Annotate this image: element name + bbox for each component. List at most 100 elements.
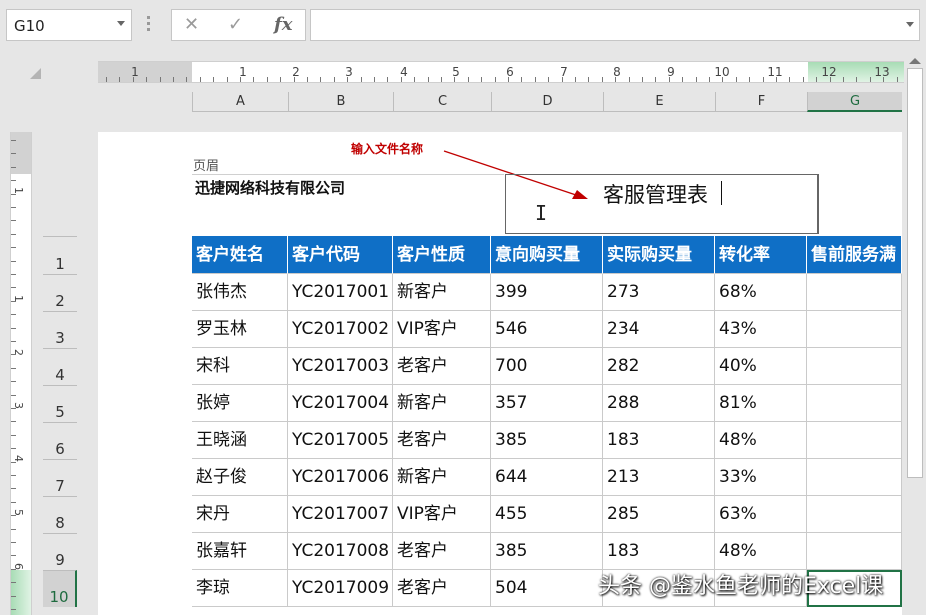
column-heading[interactable]: 客户性质 (393, 236, 491, 274)
table-cell[interactable]: 357 (491, 385, 603, 422)
table-cell[interactable]: 李琼 (192, 570, 288, 607)
scroll-thumb[interactable] (907, 68, 923, 478)
table-cell[interactable]: 63% (715, 496, 807, 533)
table-cell[interactable]: 285 (603, 496, 715, 533)
table-cell[interactable]: YC2017002 (288, 311, 393, 348)
row-header-9[interactable]: 9 (43, 533, 77, 570)
table-cell[interactable]: 老客户 (393, 422, 491, 459)
company-name[interactable]: 迅捷网络科技有限公司 (195, 177, 345, 198)
table-cell[interactable]: YC2017001 (288, 274, 393, 311)
column-header-b[interactable]: B (288, 92, 393, 112)
insert-function-icon[interactable]: fx (274, 14, 292, 35)
column-header-g[interactable]: G (807, 92, 902, 112)
table-cell[interactable]: 新客户 (393, 385, 491, 422)
table-cell[interactable] (807, 496, 902, 533)
column-header-d[interactable]: D (491, 92, 603, 112)
table-cell[interactable]: 宋科 (192, 348, 288, 385)
table-cell[interactable]: 282 (603, 348, 715, 385)
table-cell[interactable]: 张婷 (192, 385, 288, 422)
table-cell[interactable]: 48% (715, 422, 807, 459)
table-cell[interactable]: 183 (603, 533, 715, 570)
cancel-icon[interactable]: ✕ (184, 14, 199, 35)
row-header-3[interactable]: 3 (43, 311, 77, 348)
row-header-10[interactable]: 10 (43, 570, 77, 607)
name-box[interactable]: G10 (6, 9, 132, 41)
column-header-c[interactable]: C (393, 92, 491, 112)
row-header-2[interactable]: 2 (43, 274, 77, 311)
table-cell[interactable]: YC2017007 (288, 496, 393, 533)
table-cell[interactable]: 老客户 (393, 348, 491, 385)
chevron-down-icon[interactable] (117, 21, 125, 26)
row-header-5[interactable]: 5 (43, 385, 77, 422)
column-heading[interactable]: 实际购买量 (603, 236, 715, 274)
table-cell[interactable]: 43% (715, 311, 807, 348)
table-cell[interactable]: 455 (491, 496, 603, 533)
row-header-7[interactable]: 7 (43, 459, 77, 496)
table-cell[interactable]: 老客户 (393, 533, 491, 570)
table-cell[interactable] (807, 385, 902, 422)
table-cell[interactable]: 新客户 (393, 459, 491, 496)
select-all-corner[interactable] (30, 68, 41, 79)
table-cell[interactable]: 张嘉轩 (192, 533, 288, 570)
column-heading[interactable]: 客户代码 (288, 236, 393, 274)
table-cell[interactable]: 399 (491, 274, 603, 311)
column-header-f[interactable]: F (715, 92, 807, 112)
table-cell[interactable] (807, 533, 902, 570)
table-cell[interactable]: 新客户 (393, 274, 491, 311)
expand-formula-icon[interactable] (906, 22, 914, 27)
table-cell[interactable]: 68% (715, 274, 807, 311)
table-cell[interactable]: 183 (603, 422, 715, 459)
table-cell[interactable]: 644 (491, 459, 603, 496)
table-cell[interactable]: 老客户 (393, 570, 491, 607)
table-cell[interactable]: YC2017008 (288, 533, 393, 570)
table-cell[interactable]: 288 (603, 385, 715, 422)
table-cell[interactable] (807, 311, 902, 348)
table-cell[interactable]: 罗玉林 (192, 311, 288, 348)
table-cell[interactable]: YC2017003 (288, 348, 393, 385)
table-cell[interactable]: YC2017009 (288, 570, 393, 607)
table-cell[interactable] (807, 459, 902, 496)
table-cell[interactable] (807, 422, 902, 459)
table-cell[interactable]: 王晓涵 (192, 422, 288, 459)
enter-icon[interactable]: ✓ (228, 14, 243, 35)
column-heading[interactable]: 转化率 (715, 236, 807, 274)
row-header-1[interactable]: 1 (43, 236, 77, 274)
table-cell[interactable]: 48% (715, 533, 807, 570)
column-header-e[interactable]: E (603, 92, 715, 112)
table-cell[interactable]: 33% (715, 459, 807, 496)
document-title[interactable]: 客服管理表 (603, 179, 708, 209)
row-header-4[interactable]: 4 (43, 348, 77, 385)
ruler-tick (575, 77, 576, 82)
column-heading[interactable]: 客户姓名 (192, 236, 288, 274)
table-cell[interactable]: 81% (715, 385, 807, 422)
row-header-8[interactable]: 8 (43, 496, 77, 533)
column-header-a[interactable]: A (192, 92, 288, 112)
table-cell[interactable]: 赵子俊 (192, 459, 288, 496)
table-cell[interactable]: 273 (603, 274, 715, 311)
table-cell[interactable] (807, 348, 902, 385)
column-heading[interactable]: 售前服务满 (807, 236, 902, 274)
table-cell[interactable]: 张伟杰 (192, 274, 288, 311)
table-cell[interactable]: 546 (491, 311, 603, 348)
vertical-scrollbar[interactable] (904, 52, 926, 615)
table-cell[interactable]: 234 (603, 311, 715, 348)
table-cell[interactable] (807, 274, 902, 311)
table-cell[interactable]: 504 (491, 570, 603, 607)
column-heading[interactable]: 意向购买量 (491, 236, 603, 274)
table-cell[interactable]: 宋丹 (192, 496, 288, 533)
table-cell[interactable]: 385 (491, 533, 603, 570)
table-cell[interactable]: 213 (603, 459, 715, 496)
row-header-6[interactable]: 6 (43, 422, 77, 459)
drag-handle-icon[interactable] (147, 16, 150, 34)
formula-input[interactable] (310, 9, 920, 41)
ruler-tick (588, 77, 589, 82)
table-cell[interactable]: VIP客户 (393, 311, 491, 348)
table-cell[interactable]: 40% (715, 348, 807, 385)
table-cell[interactable]: YC2017004 (288, 385, 393, 422)
table-cell[interactable]: 385 (491, 422, 603, 459)
table-cell[interactable]: 700 (491, 348, 603, 385)
table-cell[interactable]: YC2017005 (288, 422, 393, 459)
table-cell[interactable]: YC2017006 (288, 459, 393, 496)
table-cell[interactable]: VIP客户 (393, 496, 491, 533)
scroll-up-icon[interactable] (909, 58, 921, 64)
